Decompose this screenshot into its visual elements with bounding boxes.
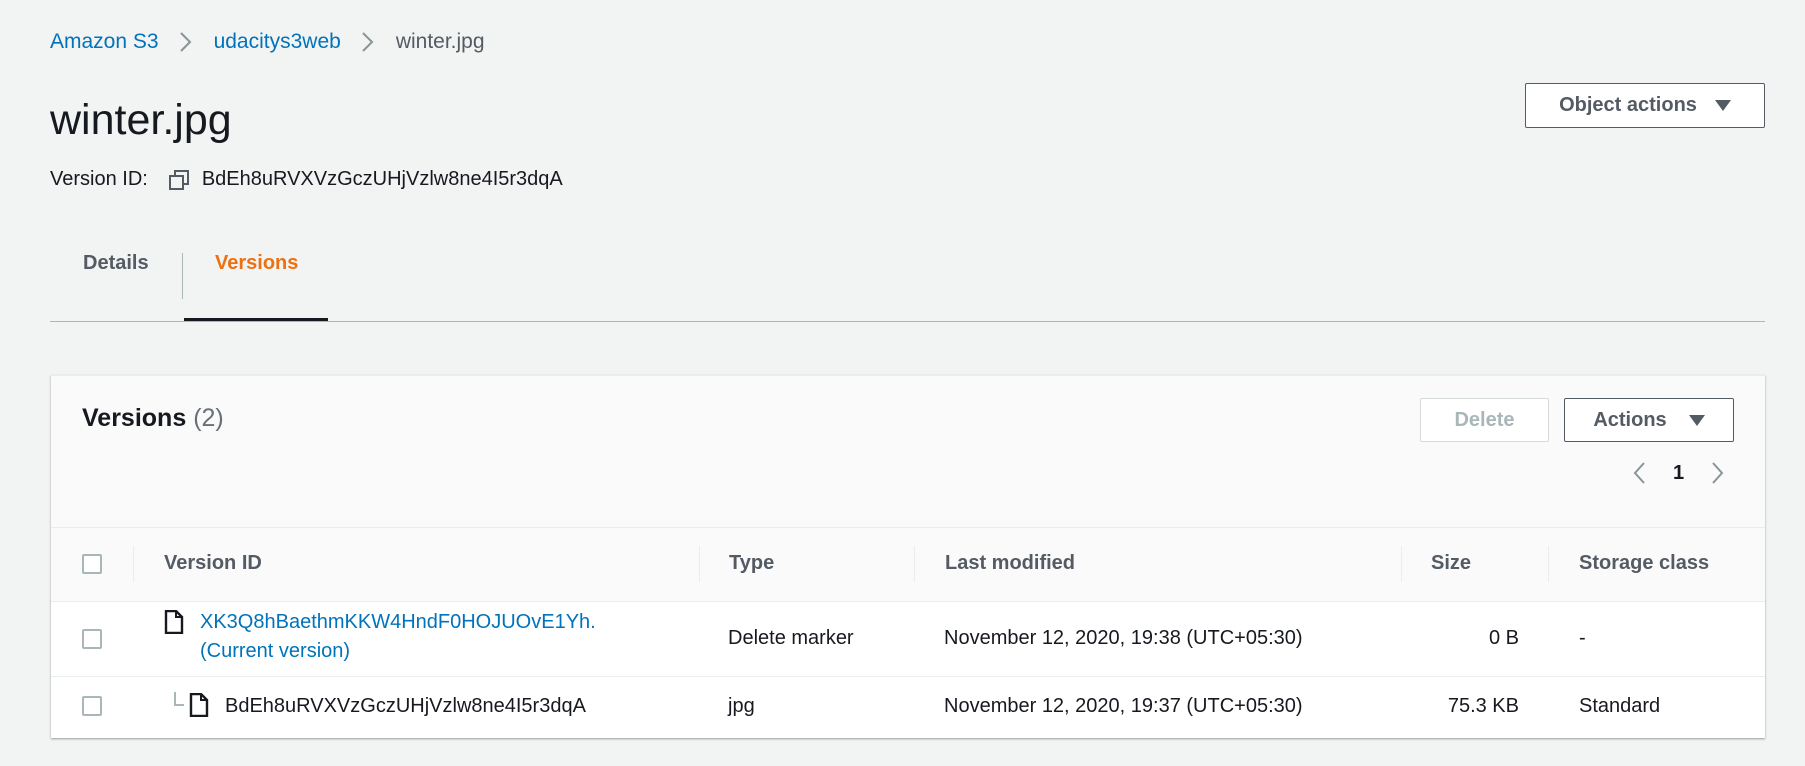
version-id-value: BdEh8uRVXVzGczUHjVzlw8ne4I5r3dqA [201,168,563,190]
select-all-checkbox[interactable] [82,554,102,574]
breadcrumb-amazon-s3[interactable]: Amazon S3 [50,30,159,54]
table-header: Version ID Type Last modified Size Stora… [51,528,1765,602]
panel-header: Versions (2) Delete Actions 1 [51,376,1765,528]
storage-class-cell: - [1579,627,1586,649]
actions-button[interactable]: Actions [1564,398,1734,442]
versions-panel: Versions (2) Delete Actions 1 Version ID… [51,375,1765,738]
object-actions-label: Object actions [1559,94,1697,116]
row-checkbox[interactable] [82,696,102,716]
storage-class-cell: Standard [1579,695,1661,717]
row-checkbox[interactable] [82,629,102,649]
size-cell: 0 B [1488,627,1519,649]
column-header-version-id[interactable]: Version ID [164,552,262,575]
type-cell: Delete marker [728,627,854,649]
caret-down-icon [1714,100,1731,111]
last-modified-cell: November 12, 2020, 19:37 (UTC+05:30) [944,695,1303,717]
panel-count: (2) [193,404,224,432]
pagination: 1 [1631,460,1726,486]
breadcrumb-current: winter.jpg [395,30,485,53]
object-actions-button[interactable]: Object actions [1525,83,1765,128]
column-header-last-modified[interactable]: Last modified [945,552,1075,575]
tree-connector [174,692,184,706]
tab-bar: Details Versions [50,250,1765,322]
active-tab-indicator [184,318,328,321]
column-separator [1401,546,1402,582]
version-id-cell: XK3Q8hBaethmKKW4HndF0HOJUOvE1Yh. (Curren… [200,608,596,666]
file-icon [189,693,209,717]
actions-label: Actions [1593,408,1667,431]
column-header-type[interactable]: Type [729,552,774,575]
breadcrumb-bucket[interactable]: udacitys3web [214,30,341,54]
panel-title: Versions (2) [82,404,224,433]
delete-button[interactable]: Delete [1420,398,1549,442]
copy-icon[interactable] [168,169,190,191]
caret-down-icon [1688,414,1705,426]
chevron-right-icon [341,31,396,53]
column-separator [1548,546,1549,582]
last-modified-cell: November 12, 2020, 19:38 (UTC+05:30) [944,627,1303,649]
chevron-right-icon[interactable] [1708,460,1726,486]
version-id-cell: BdEh8uRVXVzGczUHjVzlw8ne4I5r3dqA [225,695,586,717]
panel-title-text: Versions [82,404,187,432]
column-separator [133,546,134,582]
type-cell: jpg [728,695,755,717]
size-cell: 75.3 KB [1447,695,1519,717]
table-row: XK3Q8hBaethmKKW4HndF0HOJUOvE1Yh. (Curren… [51,602,1765,677]
tab-versions[interactable]: Versions [215,228,298,299]
column-separator [699,546,700,582]
table-row: BdEh8uRVXVzGczUHjVzlw8ne4I5r3dqA jpg Nov… [51,677,1765,739]
current-version-label[interactable]: (Current version) [200,637,596,666]
chevron-right-icon [159,31,214,53]
breadcrumb: Amazon S3 udacitys3web winter.jpg [50,30,485,54]
column-header-storage-class[interactable]: Storage class [1579,552,1709,575]
page-title: winter.jpg [50,96,232,144]
column-header-size[interactable]: Size [1431,552,1471,575]
version-id-link[interactable]: XK3Q8hBaethmKKW4HndF0HOJUOvE1Yh. [200,608,596,637]
version-id-line: Version ID: BdEh8uRVXVzGczUHjVzlw8ne4I5r… [50,168,563,191]
page-number[interactable]: 1 [1673,462,1684,485]
file-icon [164,610,184,634]
column-separator [914,546,915,582]
tab-divider [182,253,183,299]
chevron-left-icon[interactable] [1631,460,1649,486]
version-id-label: Version ID: [50,168,148,190]
tab-details[interactable]: Details [83,228,149,299]
